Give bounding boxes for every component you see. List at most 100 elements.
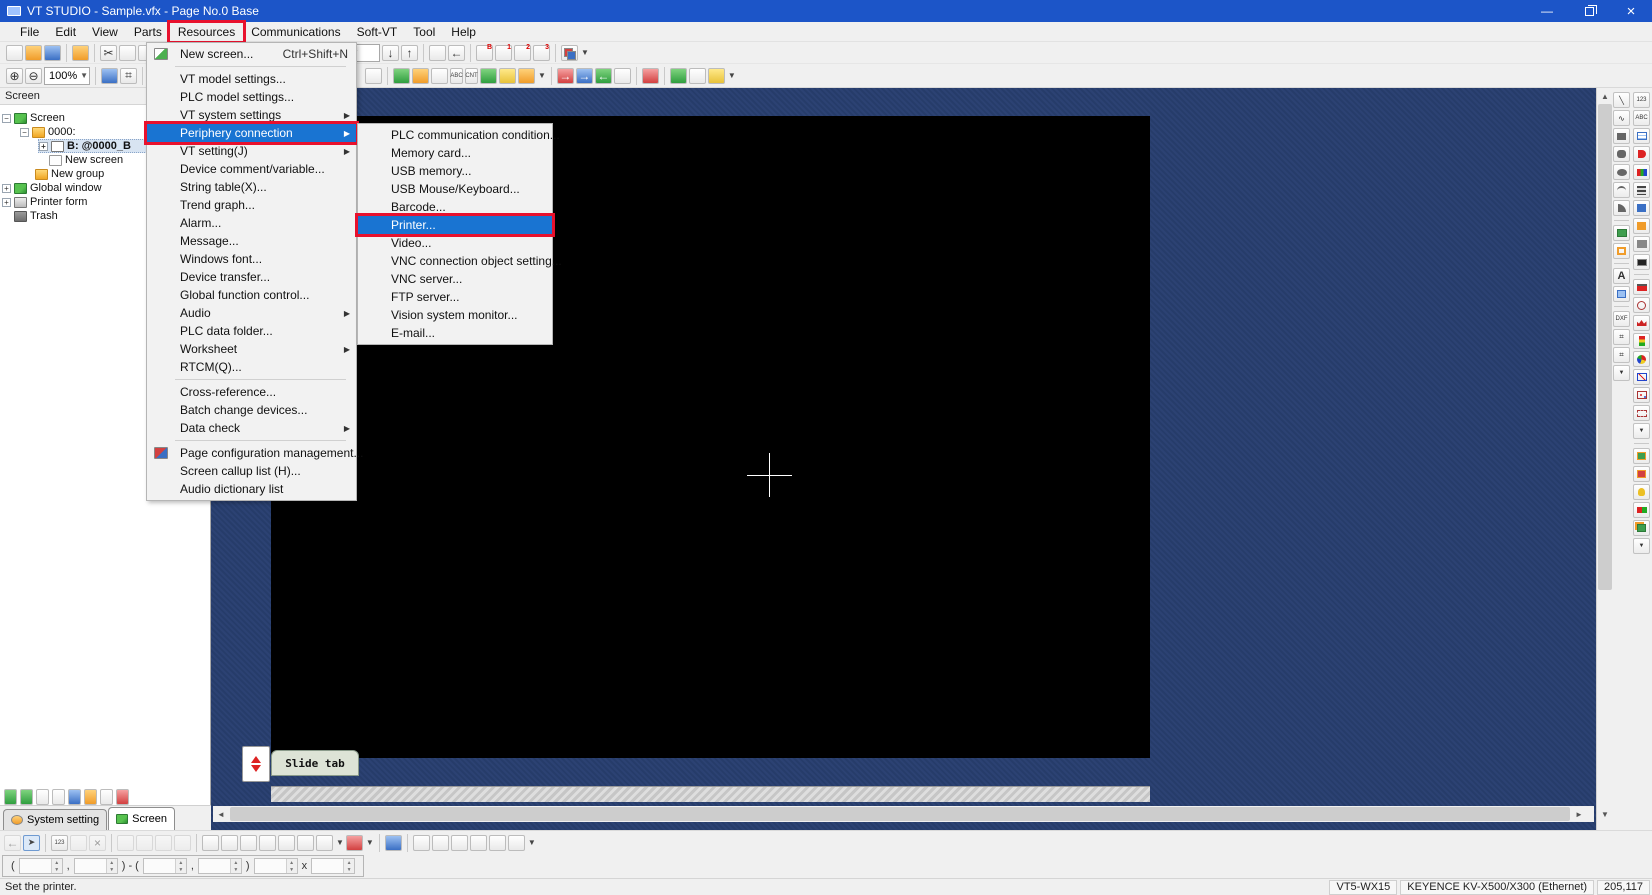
ungroup-button[interactable]: [221, 834, 238, 851]
y1-spinner[interactable]: ▲ ▼: [73, 858, 118, 874]
switch-more-part[interactable]: ▼: [1633, 538, 1650, 554]
select-all-button[interactable]: [297, 834, 314, 851]
menu-item-audio-dictionary-list[interactable]: Audio dictionary list: [147, 480, 356, 498]
back-button[interactable]: ←: [448, 44, 465, 61]
area-part[interactable]: [1633, 405, 1650, 421]
multi-monitor-part[interactable]: [1633, 236, 1650, 252]
graph-more-part[interactable]: ▼: [1633, 423, 1650, 439]
menu-item-screen-callup-list[interactable]: Screen callup list (H)...: [147, 462, 356, 480]
overlap2-button[interactable]: 2: [514, 44, 531, 61]
rotate-button[interactable]: [117, 834, 134, 851]
video-part[interactable]: [1633, 164, 1650, 180]
order-dropdown[interactable]: ▼: [336, 838, 344, 847]
spin-down-icon[interactable]: ▼: [51, 866, 62, 873]
menu-item-batch-change-devices[interactable]: Batch change devices...: [147, 401, 356, 419]
grid-toggle-button[interactable]: [101, 67, 118, 84]
submenu-item-vnc-server[interactable]: VNC server...: [358, 270, 552, 288]
horizontal-scrollbar[interactable]: ◄ ►: [213, 806, 1594, 822]
spin-down-icon[interactable]: ▼: [175, 866, 186, 873]
undo-button[interactable]: ←: [4, 834, 21, 851]
line-graph-part[interactable]: [1633, 369, 1650, 385]
base-screen-button[interactable]: B: [476, 44, 493, 61]
collapse-icon[interactable]: −: [2, 113, 11, 123]
polygon-tool[interactable]: [1613, 146, 1630, 162]
frame-tool[interactable]: [1613, 243, 1630, 259]
menu-item-periphery-connection[interactable]: Periphery connection ▶: [144, 121, 359, 145]
slide-tab-part-icon[interactable]: [242, 746, 270, 782]
menu-item-data-check[interactable]: Data check ▶: [147, 419, 356, 437]
tree-item-base-screen[interactable]: + B: @0000_B: [38, 139, 153, 153]
tab-screen[interactable]: Screen: [108, 807, 175, 830]
spin-up-icon[interactable]: ▲: [344, 859, 355, 866]
submenu-item-usb-mouse-keyboard[interactable]: USB Mouse/Keyboard...: [358, 180, 552, 198]
device-link-part[interactable]: [1633, 200, 1650, 216]
width-spinner[interactable]: ▲ ▼: [253, 858, 298, 874]
menu-item-new-screen[interactable]: New screen... Ctrl+Shift+N: [147, 45, 356, 63]
link-button[interactable]: [70, 834, 87, 851]
part-id-button[interactable]: 123: [51, 834, 68, 851]
menu-item-plc-data-folder[interactable]: PLC data folder...: [147, 322, 356, 340]
zoom-in-button[interactable]: ⊕: [6, 67, 23, 84]
image-tool[interactable]: [1613, 225, 1630, 241]
snap-toggle-button[interactable]: ⌗: [120, 67, 137, 84]
select-parts-mode-button[interactable]: [384, 834, 402, 851]
menu-view[interactable]: View: [84, 23, 126, 41]
menu-item-trend-graph[interactable]: Trend graph...: [147, 196, 356, 214]
flip-vertical-button[interactable]: [136, 834, 153, 851]
menu-help[interactable]: Help: [443, 23, 484, 41]
multi-switch-part[interactable]: [1633, 520, 1650, 536]
submenu-item-ftp-server[interactable]: FTP server...: [358, 288, 552, 306]
attribute-dropdown[interactable]: ▼: [366, 838, 374, 847]
spin-up-icon[interactable]: ▲: [51, 859, 62, 866]
restore-button[interactable]: [1568, 0, 1610, 22]
scroll-up-icon[interactable]: ▲: [1597, 88, 1613, 104]
text-list-button[interactable]: ABC: [450, 67, 463, 84]
tab-system-setting[interactable]: System setting: [3, 809, 108, 830]
list-part[interactable]: [1633, 128, 1650, 144]
menu-item-global-function-control[interactable]: Global function control...: [147, 286, 356, 304]
polyline-tool[interactable]: ∿: [1613, 110, 1630, 126]
library-button[interactable]: [499, 67, 516, 84]
slide-tab-part[interactable]: Slide tab: [271, 750, 359, 776]
viewer-part[interactable]: [1633, 254, 1650, 270]
table2-tool[interactable]: ⌗: [1613, 347, 1630, 363]
menu-item-device-comment-variable[interactable]: Device comment/variable...: [147, 160, 356, 178]
select-dropdown[interactable]: ▼: [528, 838, 536, 847]
switch-part[interactable]: [1633, 448, 1650, 464]
verify-button[interactable]: [613, 67, 631, 84]
comm-setting-button[interactable]: [688, 67, 706, 84]
spin-down-icon[interactable]: ▼: [230, 866, 241, 873]
menu-item-windows-font[interactable]: Windows font...: [147, 250, 356, 268]
spin-up-icon[interactable]: ▲: [175, 859, 186, 866]
paste-screen-button[interactable]: [52, 788, 65, 805]
edit-screen-small-button[interactable]: [4, 788, 17, 805]
scroll-right-icon[interactable]: ►: [1571, 806, 1587, 822]
display-option-button[interactable]: [518, 67, 535, 84]
screen-table-button[interactable]: [20, 788, 33, 805]
submenu-item-usb-memory[interactable]: USB memory...: [358, 162, 552, 180]
group-button[interactable]: [202, 834, 219, 851]
calendar-part[interactable]: [1633, 279, 1650, 295]
spin-down-icon[interactable]: ▼: [106, 866, 117, 873]
audio-part[interactable]: [1633, 146, 1650, 162]
menu-item-vt-setting[interactable]: VT setting(J) ▶: [147, 142, 356, 160]
minimize-button[interactable]: —: [1526, 0, 1568, 22]
attribute-button[interactable]: [345, 834, 363, 851]
y2-spinner[interactable]: ▲ ▼: [197, 858, 242, 874]
select-area-button[interactable]: [278, 834, 295, 851]
menu-item-vt-model-settings[interactable]: VT model settings...: [147, 70, 356, 88]
x2-spinner[interactable]: ▲ ▼: [142, 858, 187, 874]
spin-down-icon[interactable]: ▼: [344, 866, 355, 873]
menu-edit[interactable]: Edit: [47, 23, 84, 41]
numeric-display-part[interactable]: 123: [1633, 92, 1650, 108]
zoom-out-button[interactable]: ⊖: [25, 67, 42, 84]
transfer-usb-button[interactable]: →: [575, 67, 593, 84]
switch-red-part[interactable]: [1633, 466, 1650, 482]
select-top-button[interactable]: [412, 834, 430, 851]
copy-button[interactable]: [119, 44, 136, 61]
menu-item-string-table[interactable]: String table(X)...: [147, 178, 356, 196]
submenu-item-vision-system-monitor[interactable]: Vision system monitor...: [358, 306, 552, 324]
scroll-down-icon[interactable]: ▼: [1597, 806, 1613, 822]
expand-icon[interactable]: +: [39, 141, 48, 151]
page-config-button[interactable]: [561, 44, 578, 61]
